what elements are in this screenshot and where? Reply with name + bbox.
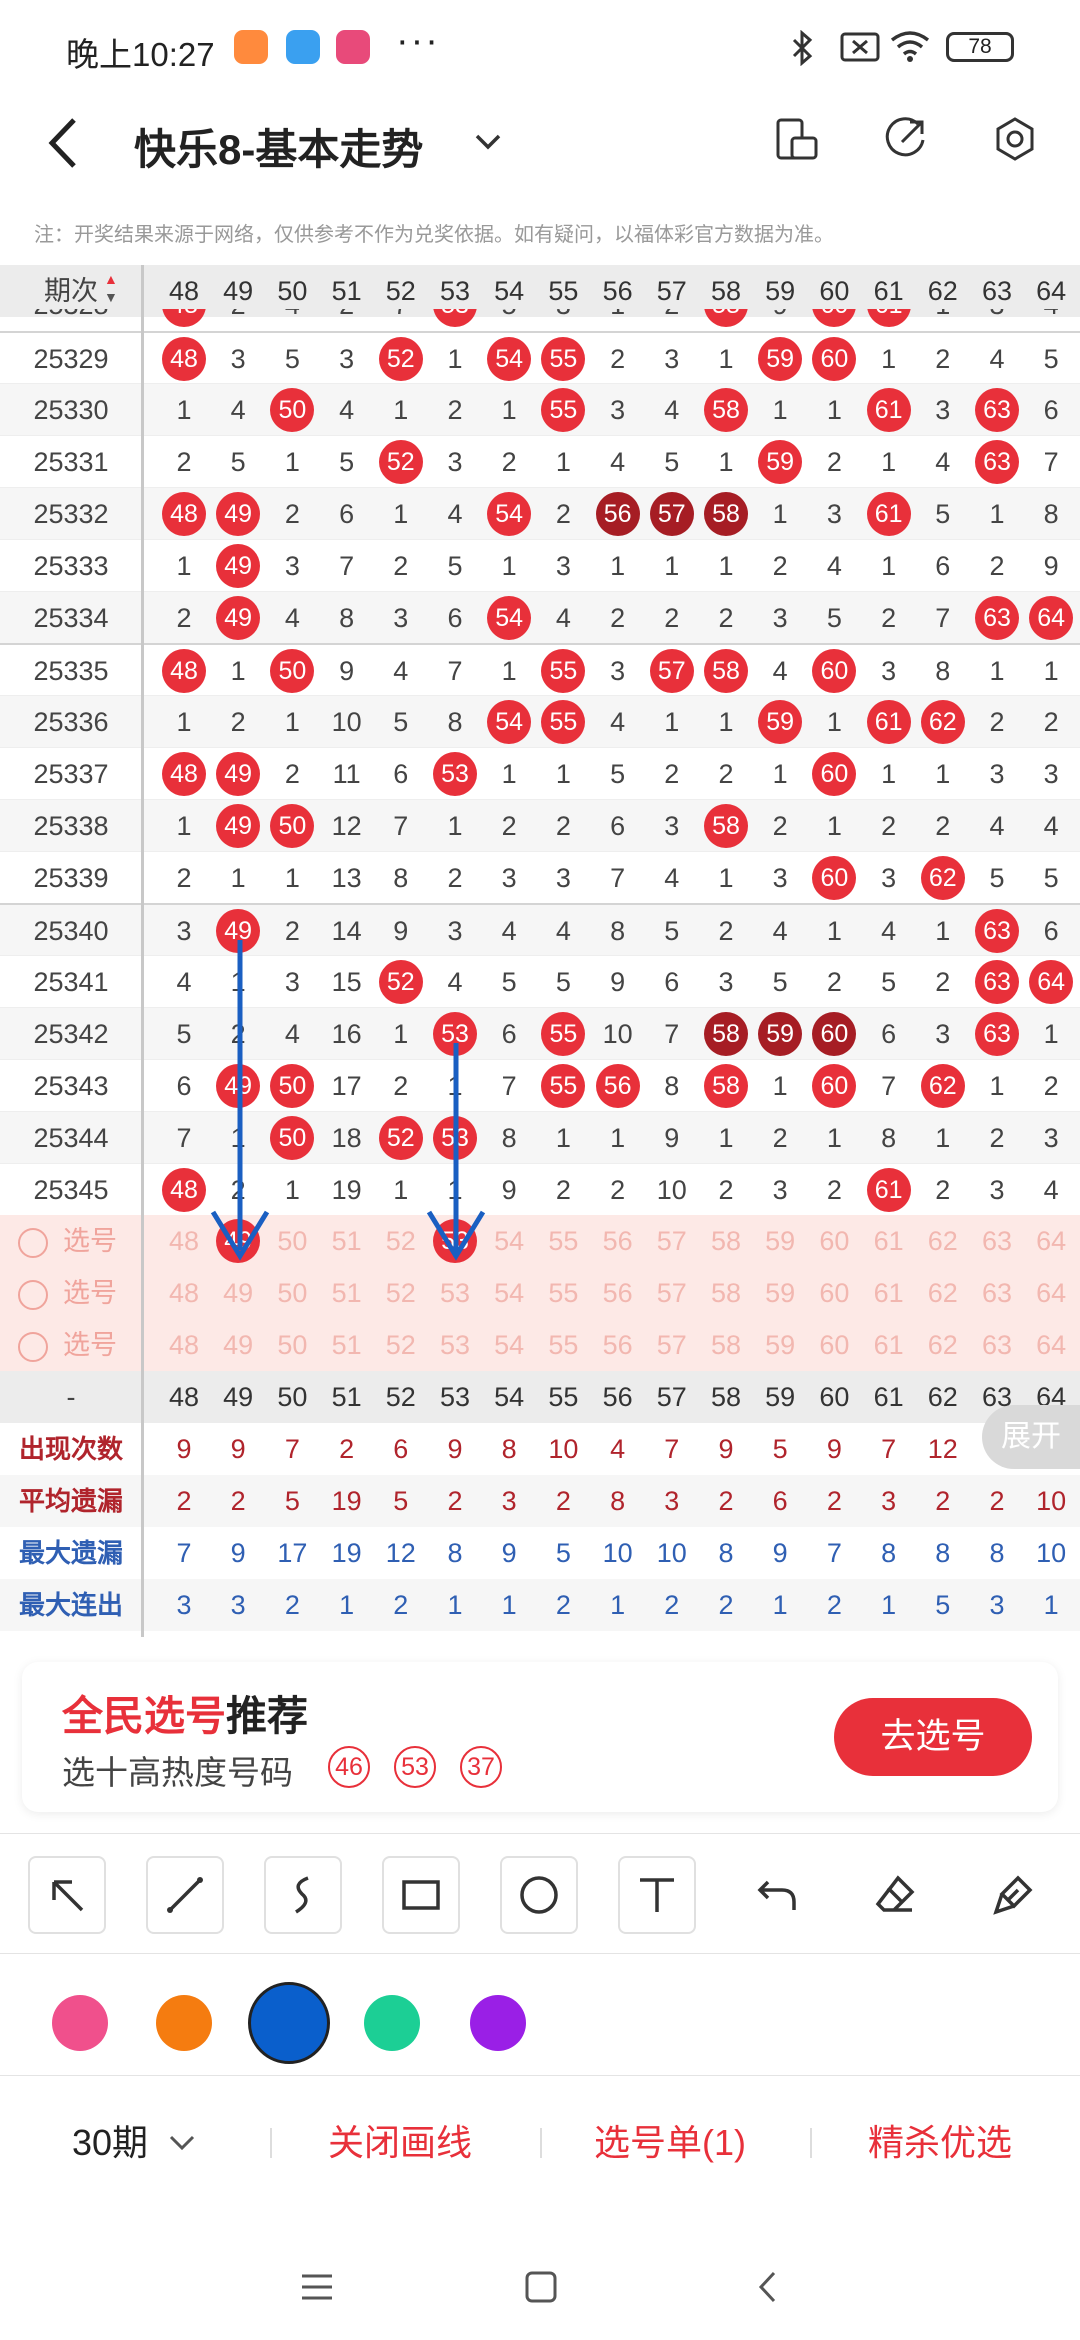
text-tool-icon[interactable] (618, 1856, 696, 1934)
color-palette (0, 1953, 1080, 2075)
clear-icon[interactable] (974, 1856, 1052, 1934)
chevron-down-icon[interactable] (168, 2134, 196, 2152)
screen: { "status": {"time": "晚上10:27", "more": … (0, 0, 1080, 2340)
pick-list-button[interactable]: 选号单(1) (594, 2114, 746, 2166)
curve-tool-icon[interactable] (264, 1856, 342, 1934)
recommend-card: 全民选号推荐 选十高热度号码 46 53 37 去选号 (22, 1662, 1058, 1812)
recommend-subtitle: 选十高热度号码 (62, 1754, 293, 1791)
recommend-ball: 37 (460, 1746, 502, 1788)
eraser-icon[interactable] (856, 1856, 934, 1934)
go-pick-button[interactable]: 去选号 (834, 1698, 1032, 1776)
undo-icon[interactable] (738, 1856, 816, 1934)
line-tool-icon[interactable] (146, 1856, 224, 1934)
divider (540, 2128, 542, 2158)
color-swatch-orange[interactable] (156, 1995, 212, 2051)
color-swatch-green[interactable] (364, 1995, 420, 2051)
recommend-title-highlight: 全民选号 (62, 1693, 226, 1739)
close-lines-button[interactable]: 关闭画线 (328, 2114, 472, 2166)
period-selector[interactable]: 30期 (72, 2114, 148, 2166)
circle-tool-icon[interactable] (500, 1856, 578, 1934)
drawn-arrow-2 (426, 1043, 486, 1261)
drawing-toolbar (0, 1833, 1080, 1953)
drawn-arrow-1 (210, 940, 270, 1261)
color-swatch-blue[interactable] (248, 1982, 330, 2064)
recommend-ball: 53 (394, 1746, 436, 1788)
color-swatch-purple[interactable] (470, 1995, 526, 2051)
color-swatch-pink[interactable] (52, 1995, 108, 2051)
divider (270, 2128, 272, 2158)
rectangle-tool-icon[interactable] (382, 1856, 460, 1934)
system-nav-bar (0, 2210, 1080, 2340)
bottom-action-bar: 30期 关闭画线 选号单(1) 精杀优选 (0, 2075, 1080, 2210)
nav-back-icon[interactable] (756, 2270, 780, 2304)
menu-icon[interactable] (300, 2272, 334, 2302)
recommend-title-rest: 推荐 (226, 1693, 308, 1739)
kill-optimize-button[interactable]: 精杀优选 (868, 2114, 1012, 2166)
recommend-ball: 46 (328, 1746, 370, 1788)
arrow-tool-icon[interactable] (28, 1856, 106, 1934)
home-icon[interactable] (524, 2270, 558, 2304)
recommend-title: 全民选号推荐 (62, 1682, 308, 1742)
divider (810, 2128, 812, 2158)
